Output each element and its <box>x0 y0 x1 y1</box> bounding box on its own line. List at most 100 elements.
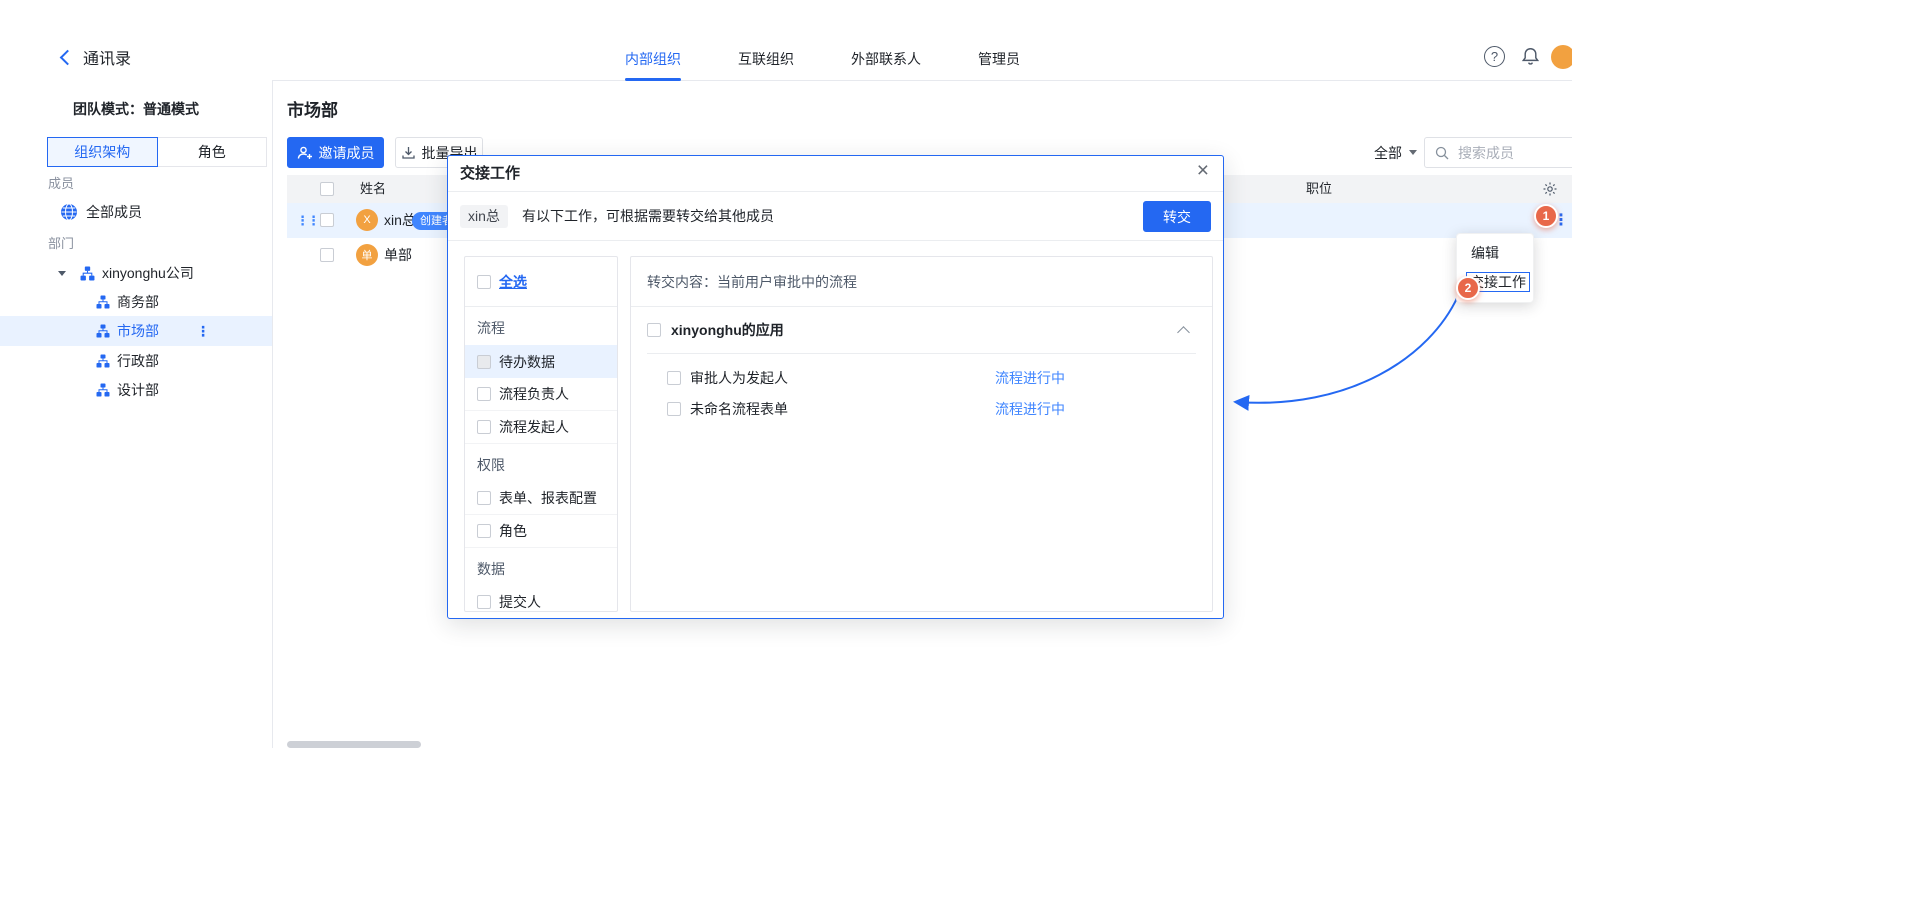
process-status: 流程进行中 <box>995 399 1065 419</box>
tab-internal-org[interactable]: 内部组织 <box>625 40 681 77</box>
member-avatar: X <box>356 209 378 231</box>
scope-checkbox[interactable] <box>477 387 491 401</box>
org-chart-icon <box>96 354 110 368</box>
process-checkbox[interactable] <box>667 371 681 385</box>
scope-checkbox[interactable] <box>477 491 491 505</box>
scope-checkbox[interactable] <box>477 595 491 609</box>
invite-member-label: 邀请成员 <box>319 143 375 163</box>
collapse-chevron-icon[interactable] <box>1177 326 1190 339</box>
scope-item-label: 流程负责人 <box>499 384 569 404</box>
help-icon[interactable]: ? <box>1484 46 1505 67</box>
select-all-label[interactable]: 全选 <box>499 272 527 292</box>
active-tab-underline <box>625 78 681 81</box>
close-icon[interactable]: × <box>1197 159 1209 183</box>
scope-item-role[interactable]: 角色 <box>465 515 617 548</box>
member-filter-dropdown[interactable]: 全部 <box>1374 137 1417 168</box>
tree-node-company[interactable]: xinyonghu公司 <box>0 258 272 288</box>
process-status: 流程进行中 <box>995 368 1065 388</box>
scope-item-process-initiator[interactable]: 流程发起人 <box>465 411 617 444</box>
menu-item-edit[interactable]: 编辑 <box>1457 239 1533 267</box>
handover-work-modal: 交接工作 × xin总 有以下工作，可根据需要转交给其他成员 转交 全选 流程 … <box>447 155 1224 619</box>
tab-admin[interactable]: 管理员 <box>978 40 1020 77</box>
scope-item-todo-data[interactable]: 待办数据 <box>465 345 617 378</box>
search-icon <box>1435 146 1449 160</box>
user-avatar[interactable] <box>1551 45 1572 69</box>
search-input[interactable] <box>1456 144 1560 162</box>
scope-item-label: 角色 <box>499 521 527 541</box>
tree-node-dept-business[interactable]: 商务部 <box>0 287 272 317</box>
row-checkbox[interactable] <box>320 213 334 227</box>
department-label: 市场部 <box>117 321 159 341</box>
process-name: 未命名流程表单 <box>690 399 788 419</box>
handover-scope-panel: 全选 流程 待办数据 流程负责人 流程发起人 权限 表单 <box>464 256 618 612</box>
tutorial-step-1-badge: 1 <box>1534 204 1558 228</box>
scope-checkbox[interactable] <box>477 524 491 538</box>
department-label: 设计部 <box>117 380 159 400</box>
back-button[interactable]: 通讯录 <box>62 44 131 70</box>
select-all-checkbox[interactable] <box>477 275 491 289</box>
row-checkbox[interactable] <box>320 248 334 262</box>
group-checkbox[interactable] <box>647 323 661 337</box>
tree-node-dept-design[interactable]: 设计部 <box>0 375 272 405</box>
process-name: 审批人为发起人 <box>690 368 788 388</box>
invite-member-button[interactable]: 邀请成员 <box>287 137 384 168</box>
modal-title: 交接工作 <box>460 156 520 192</box>
tab-connected-org[interactable]: 互联组织 <box>738 40 794 77</box>
tab-org-structure[interactable]: 组织架构 <box>47 137 158 167</box>
tab-label: 互联组织 <box>738 49 794 69</box>
transfer-button[interactable]: 转交 <box>1143 201 1211 232</box>
top-navigation-bar: 通讯录 内部组织 互联组织 外部联系人 管理员 ? <box>0 0 1572 81</box>
scope-group-label-data: 数据 <box>465 548 617 586</box>
tab-external-contacts[interactable]: 外部联系人 <box>851 40 921 77</box>
avatar-letter: 单 <box>362 247 373 263</box>
app-group-row[interactable]: xinyonghu的应用 <box>631 307 1212 353</box>
column-settings-gear-icon[interactable] <box>1542 181 1558 200</box>
chevron-left-icon <box>60 50 76 66</box>
search-member-box[interactable] <box>1424 137 1572 168</box>
org-chart-icon <box>96 324 110 338</box>
drag-handle-icon[interactable]: ⋮⋮ <box>296 213 318 229</box>
tree-expand-caret-icon[interactable] <box>58 271 66 276</box>
scope-group-label-process: 流程 <box>465 307 617 345</box>
column-header-position: 职位 <box>1306 175 1332 203</box>
handover-subject-tag: xin总 <box>460 205 508 228</box>
tree-node-dept-market[interactable]: 市场部 ⋮ <box>0 316 272 346</box>
scope-checkbox[interactable] <box>477 420 491 434</box>
department-label: 商务部 <box>117 292 159 312</box>
user-plus-icon <box>297 145 313 161</box>
org-chart-icon <box>96 383 110 397</box>
scope-item-form-report-config[interactable]: 表单、报表配置 <box>465 482 617 515</box>
scope-item-label: 表单、报表配置 <box>499 488 597 508</box>
help-glyph: ? <box>1491 49 1498 64</box>
avatar-letter: X <box>363 214 370 226</box>
org-chart-icon <box>80 266 95 281</box>
back-label: 通讯录 <box>83 45 131 69</box>
department-more-icon[interactable]: ⋮ <box>196 323 211 340</box>
process-item-approver-initiator[interactable]: 审批人为发起人 流程进行中 <box>631 362 1212 393</box>
tutorial-step-2-badge: 2 <box>1456 276 1480 300</box>
scope-item-process-owner[interactable]: 流程负责人 <box>465 378 617 411</box>
scope-item-submitter[interactable]: 提交人 <box>465 586 617 612</box>
horizontal-scrollbar-thumb[interactable] <box>287 741 421 748</box>
sidebar: 团队模式：普通模式 组织架构 角色 成员 全部成员 部门 <box>0 80 273 748</box>
top-tabs: 内部组织 互联组织 外部联系人 管理员 <box>625 40 1020 77</box>
scope-checkbox[interactable] <box>477 355 491 369</box>
team-mode-title: 团队模式：普通模式 <box>0 99 272 119</box>
handover-description: 有以下工作，可根据需要转交给其他成员 <box>522 192 774 241</box>
scope-group-label-permission: 权限 <box>465 444 617 482</box>
tree-node-dept-admin[interactable]: 行政部 <box>0 346 272 376</box>
tab-label: 管理员 <box>978 49 1020 69</box>
tab-roles[interactable]: 角色 <box>157 137 268 167</box>
sidebar-item-all-members[interactable]: 全部成员 <box>0 197 272 227</box>
divider <box>647 353 1196 354</box>
scope-item-label: 待办数据 <box>499 352 555 372</box>
sidebar-view-tabs: 组织架构 角色 <box>47 137 267 167</box>
process-checkbox[interactable] <box>667 402 681 416</box>
scope-item-label: 流程发起人 <box>499 417 569 437</box>
scope-item-label: 提交人 <box>499 592 541 612</box>
process-item-unnamed-form[interactable]: 未命名流程表单 流程进行中 <box>631 393 1212 424</box>
select-all-rows-checkbox[interactable] <box>320 182 334 196</box>
page-title: 市场部 <box>287 96 338 121</box>
notification-bell-icon[interactable] <box>1520 46 1541 72</box>
select-all-row[interactable]: 全选 <box>465 257 617 307</box>
